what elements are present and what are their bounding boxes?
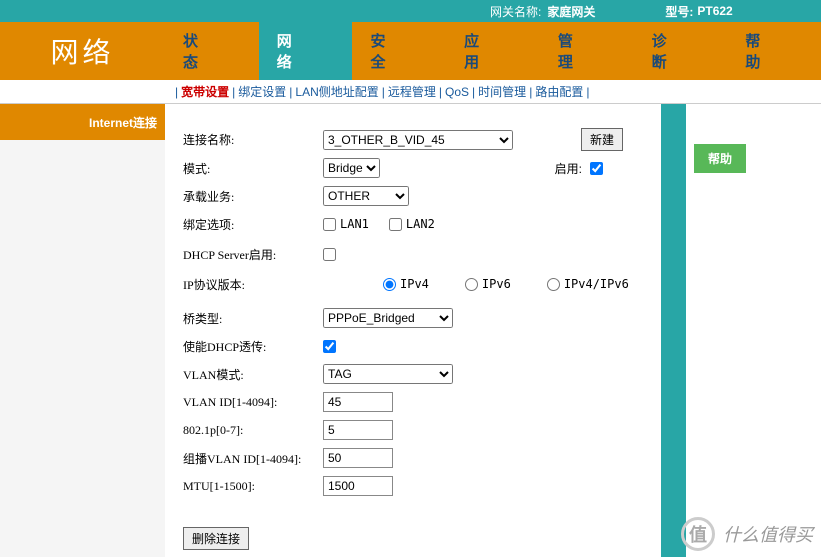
subnav-broadband[interactable]: 宽带设置	[181, 83, 229, 100]
ipv4-label: IPv4	[400, 277, 429, 291]
model-label: 型号:	[665, 3, 693, 20]
subnav-qos[interactable]: QoS	[445, 85, 469, 99]
subnav-lan-address[interactable]: LAN侧地址配置	[295, 83, 378, 100]
delete-connection-button[interactable]: 删除连接	[183, 527, 249, 550]
multicast-vlan-input[interactable]	[323, 448, 393, 468]
main-nav: 状 态 网 络 安 全 应 用 管 理 诊 断 帮 助	[165, 22, 821, 80]
ipv4ipv6-label: IPv4/IPv6	[564, 277, 629, 291]
watermark-text: 什么值得买	[723, 521, 813, 547]
mode-label: 模式:	[183, 160, 323, 177]
multicast-vlan-label: 组播VLAN ID[1-4094]:	[183, 450, 323, 467]
left-sidebar: Internet连接	[0, 104, 165, 557]
bind-lan2-checkbox[interactable]	[389, 218, 402, 231]
nav-help[interactable]: 帮 助	[727, 22, 821, 80]
dhcp-server-label: DHCP Server启用:	[183, 246, 323, 263]
ip-version-label: IP协议版本:	[183, 276, 323, 293]
mode-select[interactable]: Bridge	[323, 158, 380, 178]
watermark: 值 什么值得买	[681, 517, 813, 551]
ipv4-radio[interactable]	[383, 278, 396, 291]
main-content: 连接名称: 3_OTHER_B_VID_45 新建 模式: Bridge 启用:…	[165, 104, 686, 557]
dot1p-input[interactable]	[323, 420, 393, 440]
new-button[interactable]: 新建	[581, 128, 623, 151]
sub-nav: | 宽带设置 | 绑定设置 | LAN侧地址配置 | 远程管理 | QoS | …	[0, 80, 821, 104]
bind-lan1-checkbox[interactable]	[323, 218, 336, 231]
left-sidebar-header: Internet连接	[0, 104, 165, 140]
right-sidebar: 帮助	[686, 104, 821, 557]
vlan-mode-label: VLAN模式:	[183, 366, 323, 383]
service-label: 承载业务:	[183, 188, 323, 205]
conn-name-label: 连接名称:	[183, 131, 323, 148]
nav-application[interactable]: 应 用	[446, 22, 540, 80]
vlan-mode-select[interactable]: TAG	[323, 364, 453, 384]
watermark-icon: 值	[681, 517, 715, 551]
ipv4ipv6-radio[interactable]	[547, 278, 560, 291]
enable-checkbox[interactable]	[590, 162, 603, 175]
logo: 网络	[0, 22, 165, 80]
dhcp-passthrough-checkbox[interactable]	[323, 340, 336, 353]
help-box[interactable]: 帮助	[694, 144, 746, 173]
nav-security[interactable]: 安 全	[352, 22, 446, 80]
dot1p-label: 802.1p[0-7]:	[183, 423, 323, 438]
top-bar: 网关名称: 家庭网关 型号: PT622	[0, 0, 821, 22]
bind-lan2-label: LAN2	[406, 217, 435, 231]
subnav-time-mgmt[interactable]: 时间管理	[478, 83, 526, 100]
model-value: PT622	[697, 4, 732, 18]
service-select[interactable]: OTHER	[323, 186, 409, 206]
vlan-id-label: VLAN ID[1-4094]:	[183, 395, 323, 410]
bind-label: 绑定选项:	[183, 216, 323, 233]
vlan-id-input[interactable]	[323, 392, 393, 412]
bridge-type-select[interactable]: PPPoE_Bridged	[323, 308, 453, 328]
nav-status[interactable]: 状 态	[165, 22, 259, 80]
nav-network[interactable]: 网 络	[259, 22, 353, 80]
conn-name-select[interactable]: 3_OTHER_B_VID_45	[323, 130, 513, 150]
dhcp-server-checkbox[interactable]	[323, 248, 336, 261]
subnav-remote-mgmt[interactable]: 远程管理	[388, 83, 436, 100]
nav-diagnostics[interactable]: 诊 断	[634, 22, 728, 80]
enable-label: 启用:	[555, 160, 582, 177]
subnav-binding[interactable]: 绑定设置	[238, 83, 286, 100]
nav-management[interactable]: 管 理	[540, 22, 634, 80]
bridge-type-label: 桥类型:	[183, 310, 323, 327]
mtu-input[interactable]	[323, 476, 393, 496]
header: 网络 状 态 网 络 安 全 应 用 管 理 诊 断 帮 助	[0, 22, 821, 80]
ipv6-radio[interactable]	[465, 278, 478, 291]
dhcp-passthrough-label: 使能DHCP透传:	[183, 338, 323, 355]
mtu-label: MTU[1-1500]:	[183, 479, 323, 494]
bind-lan1-label: LAN1	[340, 217, 369, 231]
subnav-route-config[interactable]: 路由配置	[535, 83, 583, 100]
gateway-label: 网关名称:	[490, 3, 541, 20]
ipv6-label: IPv6	[482, 277, 511, 291]
gateway-name: 家庭网关	[547, 3, 595, 20]
